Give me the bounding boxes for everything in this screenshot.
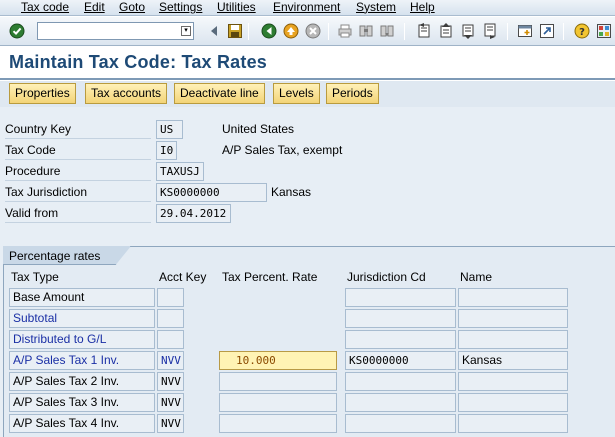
jurisdiction-cell (345, 288, 456, 307)
tax-type-cell: A/P Sales Tax 1 Inv. (9, 351, 155, 370)
name-cell: Kansas (458, 351, 568, 370)
enter-icon[interactable] (9, 23, 25, 39)
tax-code-description: A/P Sales Tax, exempt (222, 143, 343, 157)
toolbar-separator (328, 23, 329, 40)
shortcut-icon[interactable] (539, 23, 555, 39)
column-header-tax-type: Tax Type (11, 270, 59, 284)
procedure-label: Procedure (5, 162, 151, 181)
deactivate-line-button[interactable]: Deactivate line (174, 83, 265, 104)
jurisdiction-cell (345, 330, 456, 349)
print-icon[interactable] (337, 23, 353, 39)
first-page-icon[interactable] (416, 23, 432, 39)
tax-type-cell: Distributed to G/L (9, 330, 155, 349)
acct-key-cell: NVV (157, 393, 184, 412)
name-cell (458, 288, 568, 307)
name-cell (458, 414, 568, 433)
layout-menu-icon[interactable] (596, 23, 612, 39)
back-green-icon[interactable] (261, 23, 277, 39)
last-page-icon[interactable] (482, 23, 498, 39)
previous-page-icon[interactable] (438, 23, 454, 39)
properties-button[interactable]: Properties (9, 83, 76, 104)
jurisdiction-cell (345, 393, 456, 412)
find-icon[interactable] (358, 23, 374, 39)
application-toolbar: Properties Tax accounts Deactivate line … (0, 81, 615, 107)
tax-type-cell: Base Amount (9, 288, 155, 307)
acct-key-cell: NVV (157, 351, 184, 370)
name-cell (458, 393, 568, 412)
toolbar-separator (507, 23, 508, 40)
jurisdiction-cell (345, 309, 456, 328)
exit-icon[interactable] (283, 23, 299, 39)
periods-button[interactable]: Periods (326, 83, 379, 104)
toolbar-separator (563, 23, 564, 40)
save-icon[interactable] (227, 23, 243, 39)
name-cell (458, 372, 568, 391)
tax-jurisdiction-description: Kansas (271, 185, 312, 199)
tax-rate-input[interactable] (219, 393, 337, 412)
country-key-description: United States (222, 122, 295, 136)
tax-type-cell: Subtotal (9, 309, 155, 328)
jurisdiction-cell (345, 372, 456, 391)
menu-help[interactable]: Help (410, 0, 435, 15)
valid-from-label: Valid from (5, 204, 151, 223)
toolbar-separator (248, 23, 249, 40)
column-header-jurisdiction-cd: Jurisdiction Cd (347, 270, 426, 284)
country-key-label: Country Key (5, 120, 151, 139)
menu-settings[interactable]: Settings (159, 0, 202, 15)
command-field[interactable]: ▾ (37, 22, 194, 40)
jurisdiction-cell: KS0000000 (345, 351, 456, 370)
page-title: Maintain Tax Code: Tax Rates (9, 52, 267, 72)
svg-text:?: ? (579, 27, 585, 38)
tax-type-cell: A/P Sales Tax 3 Inv. (9, 393, 155, 412)
menu-utilities[interactable]: Utilities (217, 0, 256, 15)
title-bar: Maintain Tax Code: Tax Rates (0, 47, 615, 80)
procedure-field[interactable]: TAXUSJ (156, 162, 204, 181)
help-icon[interactable]: ? (574, 23, 590, 39)
column-header-tax-percent-rate: Tax Percent. Rate (222, 270, 318, 284)
country-key-field[interactable]: US (156, 120, 183, 139)
acct-key-cell (157, 330, 184, 349)
name-cell (458, 309, 568, 328)
tax-rate-input[interactable]: 10.000 (219, 351, 337, 370)
column-header-acct-key: Acct Key (159, 270, 207, 284)
tax-type-cell: A/P Sales Tax 4 Inv. (9, 414, 155, 433)
next-page-icon[interactable] (460, 23, 476, 39)
find-next-icon[interactable] (379, 23, 395, 39)
create-session-icon[interactable] (517, 23, 533, 39)
back-icon[interactable] (206, 23, 222, 39)
acct-key-cell (157, 288, 184, 307)
menu-goto[interactable]: Goto (119, 0, 145, 15)
tax-rate-input[interactable] (219, 372, 337, 391)
menu-bar: Tax code Edit Goto Settings Utilities En… (0, 0, 615, 16)
menu-edit[interactable]: Edit (84, 0, 105, 15)
tax-jurisdiction-field[interactable]: KS0000000 (156, 183, 267, 202)
acct-key-cell: NVV (157, 372, 184, 391)
acct-key-cell (157, 309, 184, 328)
tax-jurisdiction-label: Tax Jurisdiction (5, 183, 151, 202)
standard-toolbar: ▾ ? (0, 17, 615, 46)
tax-rate-input[interactable] (219, 414, 337, 433)
tax-code-field[interactable]: I0 (156, 141, 177, 160)
tax-code-label: Tax Code (5, 141, 151, 160)
name-cell (458, 330, 568, 349)
tax-accounts-button[interactable]: Tax accounts (85, 83, 168, 104)
menu-tax-code[interactable]: Tax code (21, 0, 69, 15)
cancel-icon[interactable] (305, 23, 321, 39)
column-header-name: Name (460, 270, 493, 284)
percentage-rates-title: Percentage rates (9, 249, 101, 263)
levels-button[interactable]: Levels (273, 83, 320, 104)
acct-key-cell: NVV (157, 414, 184, 433)
tax-type-cell: A/P Sales Tax 2 Inv. (9, 372, 155, 391)
jurisdiction-cell (345, 414, 456, 433)
menu-system[interactable]: System (356, 0, 396, 15)
valid-from-field[interactable]: 29.04.2012 (156, 204, 231, 223)
menu-environment[interactable]: Environment (273, 0, 340, 15)
toolbar-separator (404, 23, 405, 40)
command-history-dropdown-icon[interactable]: ▾ (181, 26, 191, 36)
